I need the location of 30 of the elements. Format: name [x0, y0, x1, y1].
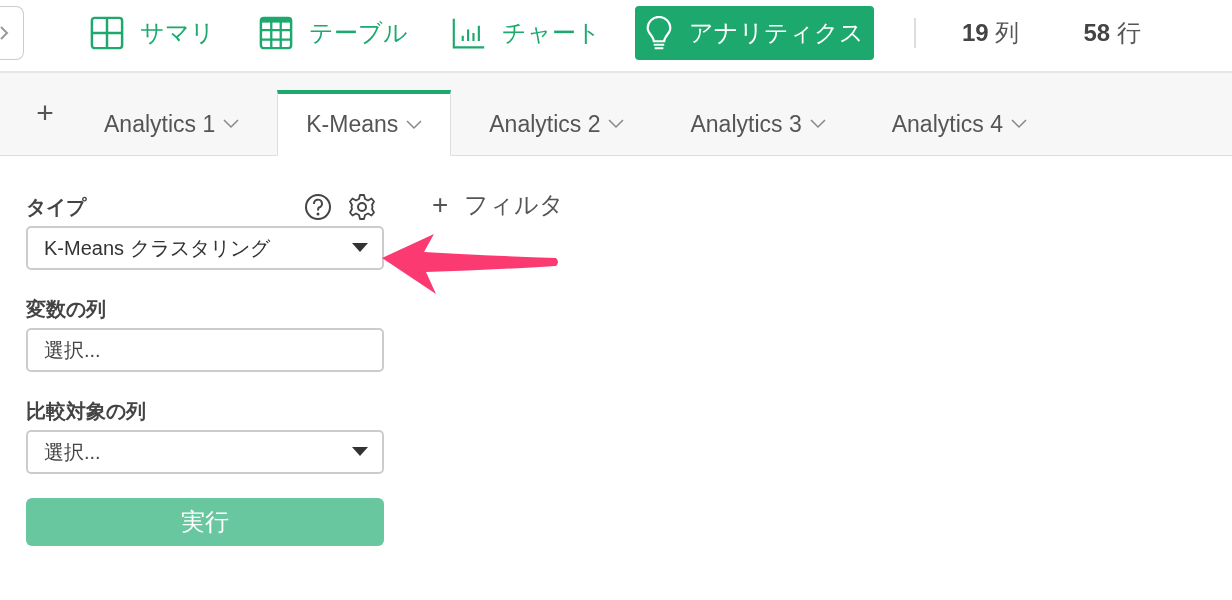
analytics-tab[interactable]: Analytics 1: [76, 92, 268, 156]
add-tab-button[interactable]: +: [14, 89, 76, 139]
sidebar-toggle[interactable]: [0, 6, 24, 60]
add-filter-button[interactable]: + フィルタ: [432, 184, 565, 226]
analytics-tab[interactable]: Analytics 3: [662, 92, 854, 156]
caret-icon: [352, 243, 368, 253]
settings-icon[interactable]: [348, 193, 376, 221]
field-label: タイプ: [26, 195, 86, 220]
analytics-tab[interactable]: K-Means: [277, 90, 452, 156]
analytics-tab[interactable]: Analytics 2: [461, 92, 653, 156]
grid-icon: [90, 16, 124, 50]
caret-icon: [352, 447, 368, 457]
chevron-down-icon: [406, 119, 423, 130]
chevron-down-icon: [223, 119, 240, 129]
plus-icon: +: [432, 184, 449, 226]
chevron-down-icon: [809, 119, 826, 129]
count-label: 19 列: [962, 18, 1020, 48]
input-field[interactable]: 選択...: [26, 328, 384, 372]
select-field[interactable]: 選択...: [26, 430, 384, 474]
field-label: 変数の列: [26, 297, 106, 322]
count-label: 58 行: [1083, 18, 1141, 48]
bar-chart-icon: [452, 16, 486, 50]
chevron-down-icon: [1010, 119, 1027, 129]
lightbulb-icon: [645, 16, 673, 50]
table-icon: [259, 16, 293, 50]
field-label: 比較対象の列: [26, 399, 146, 424]
help-icon[interactable]: [304, 193, 332, 221]
analytics-tab[interactable]: Analytics 4: [863, 92, 1055, 156]
select-field[interactable]: K-Means クラスタリング: [26, 226, 384, 270]
chevron-down-icon: [608, 119, 625, 129]
